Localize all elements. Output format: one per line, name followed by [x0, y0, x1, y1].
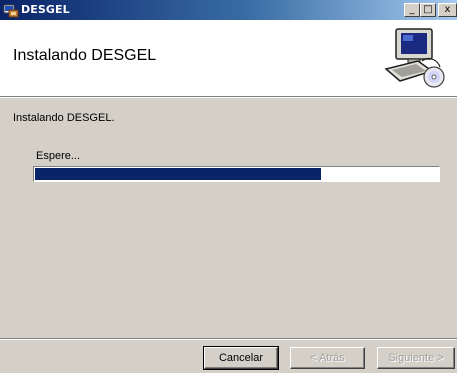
- window-title: DESGEL: [21, 3, 70, 16]
- cancel-button[interactable]: Cancelar: [203, 346, 279, 370]
- progress-label: Espere...: [36, 150, 81, 162]
- close-icon: x: [444, 4, 451, 15]
- minimize-button[interactable]: _: [404, 3, 420, 17]
- installer-window: DESGEL _ □ x Instalando DESGEL Instaland…: [0, 0, 457, 373]
- maximize-button[interactable]: □: [420, 3, 436, 17]
- maximize-icon: □: [423, 4, 433, 15]
- header-banner: Instalando DESGEL: [0, 20, 457, 96]
- minimize-icon: _: [409, 4, 415, 15]
- installer-app-icon: [3, 4, 19, 18]
- computer-setup-icon: [384, 28, 445, 88]
- footer-divider-highlight: [0, 339, 457, 340]
- progress-fill: [35, 168, 321, 180]
- back-button[interactable]: < Atrás: [290, 347, 365, 369]
- header-divider-highlight: [0, 97, 457, 98]
- progress-bar: [33, 166, 440, 182]
- close-button[interactable]: x: [438, 3, 457, 17]
- title-bar[interactable]: DESGEL _ □ x: [0, 0, 457, 20]
- status-text: Instalando DESGEL.: [13, 112, 115, 124]
- next-button[interactable]: Siguiente >: [377, 347, 455, 369]
- page-title: Instalando DESGEL: [13, 47, 157, 64]
